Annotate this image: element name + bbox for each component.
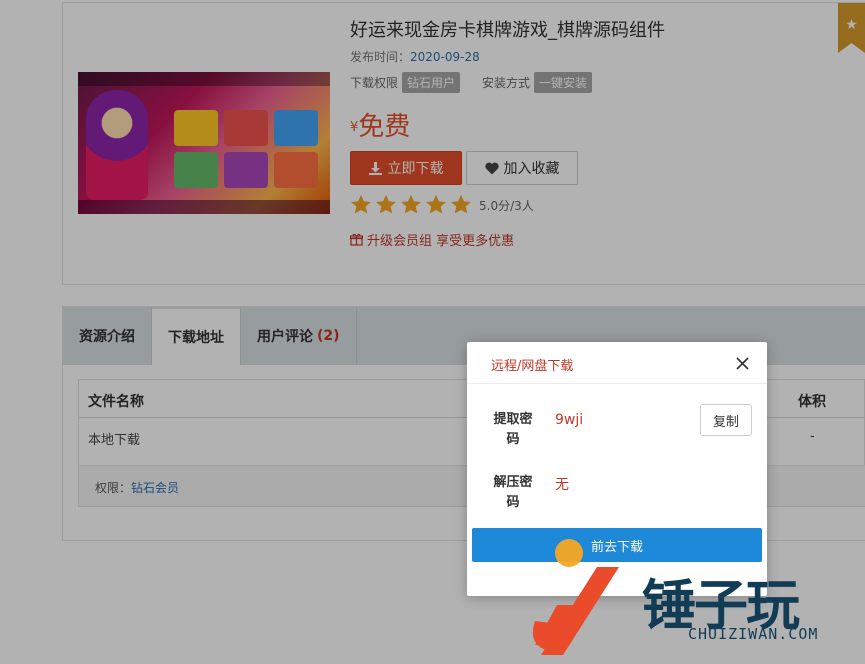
modal-divider [467,383,767,384]
download-modal: 远程/网盘下载 提取密码 9wji 复制 解压密码 无 前去下载 [467,342,767,596]
unzip-password-value: 无 [555,477,569,493]
extract-password-label: 提取密码 [493,412,533,447]
watermark-logo [532,567,619,655]
watermark-url: CHUIZIWAN.COM [688,625,819,643]
copy-button[interactable]: 复制 [700,404,752,436]
modal-title: 远程/网盘下载 [491,359,574,374]
go-download-button[interactable]: 前去下载 [472,528,762,562]
pointer-cursor [555,539,583,567]
unzip-password-label: 解压密码 [493,475,533,510]
extract-password-value[interactable]: 9wji [555,412,583,428]
close-icon[interactable] [732,353,752,373]
